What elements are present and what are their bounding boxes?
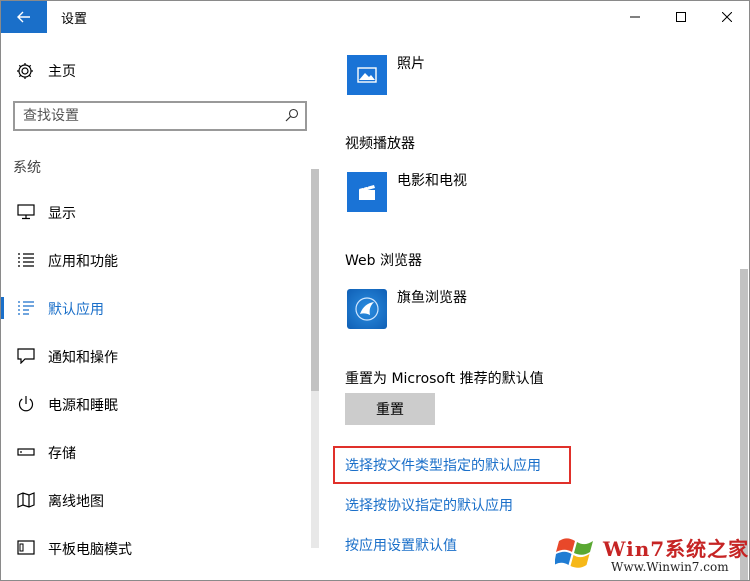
back-arrow-icon — [17, 11, 30, 23]
sidebar-item-storage[interactable]: 存储 — [1, 429, 307, 477]
reset-description: 重置为 Microsoft 推荐的默认值 — [345, 371, 544, 387]
home-label: 主页 — [48, 64, 76, 80]
maximize-icon — [676, 12, 686, 22]
video-player-heading: 视频播放器 — [345, 136, 415, 152]
settings-window: 设置 主页 系统 — [0, 0, 750, 581]
close-button[interactable] — [704, 1, 750, 33]
video-app-selector[interactable]: 电影和电视 — [347, 172, 467, 212]
browser-app-tile — [347, 289, 387, 329]
web-browser-heading: Web 浏览器 — [345, 253, 422, 269]
close-icon — [722, 12, 732, 22]
sidebar-scrollbar-thumb[interactable] — [311, 169, 319, 391]
watermark-brand: Win7系统之家 — [603, 537, 750, 561]
search-icon[interactable] — [285, 108, 299, 122]
selection-indicator — [1, 297, 4, 319]
default-apps-content: 照片 视频播放器 电影和电视 Web 浏览器 旗鱼浏览器 重置为 Microso… — [321, 33, 739, 580]
sidebar-item-label: 离线地图 — [48, 494, 104, 510]
browser-app-name: 旗鱼浏览器 — [397, 290, 467, 306]
photo-app-name: 照片 — [397, 56, 425, 72]
sidebar-item-label: 平板电脑模式 — [48, 542, 132, 558]
message-icon — [17, 347, 35, 365]
sidebar-item-label: 通知和操作 — [48, 350, 118, 366]
sidebar-item-default-apps[interactable]: 默认应用 — [1, 285, 307, 333]
sidebar-item-notifications[interactable]: 通知和操作 — [1, 333, 307, 381]
map-icon — [17, 491, 35, 509]
gear-icon — [17, 63, 33, 79]
title-bar: 设置 — [1, 1, 749, 33]
choose-by-file-type-link[interactable]: 选择按文件类型指定的默认应用 — [345, 455, 541, 475]
photo-app-tile — [347, 55, 387, 95]
sidebar-item-home[interactable]: 主页 — [16, 59, 76, 83]
minimize-button[interactable] — [612, 1, 658, 33]
sailfish-browser-icon — [355, 297, 379, 321]
window-title: 设置 — [61, 12, 88, 27]
power-icon — [17, 395, 35, 413]
search-input[interactable] — [23, 106, 273, 126]
photo-icon — [357, 67, 377, 83]
sidebar-item-display[interactable]: 显示 — [1, 189, 307, 237]
maximize-button[interactable] — [658, 1, 704, 33]
storage-icon — [17, 443, 35, 461]
sidebar-item-tablet-mode[interactable]: 平板电脑模式 — [1, 525, 307, 573]
tablet-icon — [17, 539, 35, 557]
sidebar-item-label: 应用和功能 — [48, 254, 118, 270]
minimize-icon — [630, 16, 640, 18]
search-box[interactable] — [13, 101, 307, 131]
set-defaults-by-app-link[interactable]: 按应用设置默认值 — [345, 535, 457, 555]
reset-button[interactable]: 重置 — [345, 393, 435, 425]
back-button[interactable] — [1, 1, 47, 33]
group-label-system: 系统 — [13, 160, 41, 176]
list-icon — [17, 251, 35, 269]
default-apps-icon — [17, 299, 35, 317]
sidebar-item-power[interactable]: 电源和睡眠 — [1, 381, 307, 429]
choose-by-protocol-link[interactable]: 选择按协议指定的默认应用 — [345, 495, 513, 515]
video-app-tile — [347, 172, 387, 212]
watermark: Win7系统之家 Www.Winwin7.com — [553, 529, 749, 579]
sidebar-item-label: 电源和睡眠 — [48, 398, 118, 414]
browser-app-selector[interactable]: 旗鱼浏览器 — [347, 289, 467, 329]
sidebar-item-label: 默认应用 — [48, 302, 104, 318]
sidebar-item-apps[interactable]: 应用和功能 — [1, 237, 307, 285]
sidebar-item-offline-maps[interactable]: 离线地图 — [1, 477, 307, 525]
sidebar-item-label: 显示 — [48, 206, 76, 222]
watermark-url: Www.Winwin7.com — [611, 560, 729, 574]
clapperboard-icon — [359, 184, 375, 200]
monitor-icon — [17, 203, 35, 221]
photo-app-selector[interactable]: 照片 — [347, 55, 425, 95]
windows-flag-logo — [555, 538, 593, 568]
sidebar: 主页 系统 显示 应用和功能 — [1, 33, 321, 580]
sidebar-item-label: 存储 — [48, 446, 76, 462]
video-app-name: 电影和电视 — [397, 173, 467, 189]
sidebar-list: 显示 应用和功能 默认应用 通知和操作 电源和睡眠 存储 离线地图 平板电脑模式 — [1, 189, 307, 573]
